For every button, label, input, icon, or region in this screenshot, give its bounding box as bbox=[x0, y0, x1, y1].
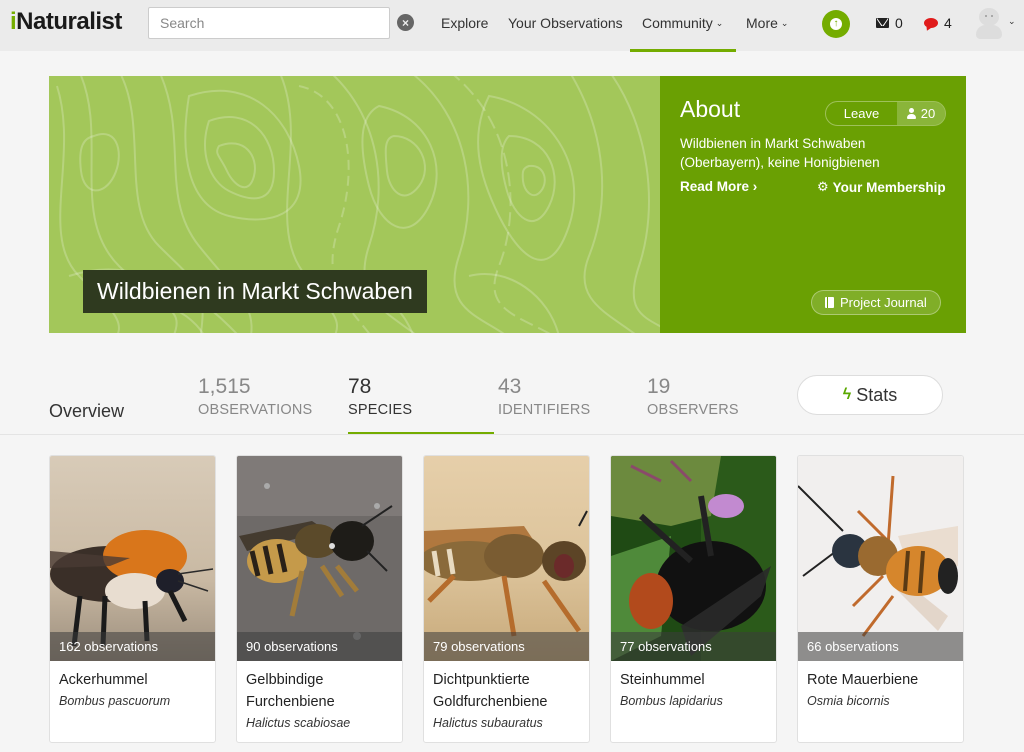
species-scientific-name: Halictus scabiosae bbox=[246, 716, 351, 730]
membership-button-group: Leave 20 bbox=[825, 101, 946, 126]
inaturalist-logo[interactable]: iNaturalist bbox=[10, 8, 122, 36]
observation-count: 90 observations bbox=[237, 632, 402, 661]
species-photo bbox=[424, 456, 589, 661]
chevron-down-icon: ⌄ bbox=[780, 18, 789, 28]
species-card[interactable]: 77 observations Steinhummel Bombus lapid… bbox=[610, 455, 777, 743]
search-input[interactable] bbox=[148, 7, 390, 39]
project-description: Wildbienen in Markt Schwaben (Oberbayern… bbox=[680, 136, 880, 170]
observation-count: 79 observations bbox=[424, 632, 589, 661]
close-circle-icon[interactable]: × bbox=[397, 14, 414, 31]
species-photo bbox=[798, 456, 963, 661]
tab-observations[interactable]: 1,515 OBSERVATIONS bbox=[198, 374, 312, 420]
your-membership-link[interactable]: ⚙ Your Membership bbox=[817, 179, 946, 195]
members-count-button[interactable]: 20 bbox=[897, 102, 945, 125]
upload-arrow-icon: ↑ bbox=[830, 18, 842, 30]
about-panel: About Leave 20 Wildbienen in Markt Schwa… bbox=[660, 76, 966, 333]
species-scientific-name: Bombus pascuorum bbox=[59, 694, 171, 708]
tab-species[interactable]: 78 SPECIES bbox=[348, 374, 412, 420]
upload-button[interactable]: ↑ bbox=[822, 10, 850, 38]
messages-button[interactable]: 0 bbox=[876, 15, 903, 31]
species-scientific-name: Halictus subauratus bbox=[433, 716, 543, 730]
observation-count: 66 observations bbox=[798, 632, 963, 661]
notifications-count: 4 bbox=[944, 15, 952, 31]
species-scientific-name: Bombus lapidarius bbox=[620, 694, 723, 708]
chevron-down-icon[interactable]: ⌄ bbox=[1008, 16, 1016, 27]
species-photo bbox=[237, 456, 402, 661]
chevron-down-icon: ⌄ bbox=[715, 18, 724, 28]
species-card[interactable]: 79 observations Dichtpunktierte Goldfurc… bbox=[423, 455, 590, 743]
species-scientific-name: Osmia bicornis bbox=[807, 694, 890, 708]
nav-community[interactable]: Community ⌄ bbox=[642, 15, 723, 31]
nav-more[interactable]: More ⌄ bbox=[746, 15, 788, 31]
speech-bubble-icon bbox=[924, 18, 938, 28]
active-nav-indicator bbox=[630, 49, 736, 52]
project-title: Wildbienen in Markt Schwaben bbox=[83, 270, 427, 313]
about-heading: About bbox=[680, 96, 741, 122]
book-icon bbox=[825, 297, 834, 308]
observation-count: 162 observations bbox=[50, 632, 215, 661]
nav-explore[interactable]: Explore bbox=[441, 15, 488, 31]
top-navbar: iNaturalist × Explore Your Observations … bbox=[0, 0, 1024, 52]
species-card[interactable]: 66 observations Rote Mauerbiene Osmia bi… bbox=[797, 455, 964, 743]
leave-button[interactable]: Leave bbox=[826, 102, 897, 125]
species-card[interactable]: 90 observations Gelbbindige Furchenbiene… bbox=[236, 455, 403, 743]
project-banner: Wildbienen in Markt Schwaben bbox=[49, 76, 660, 333]
species-photo bbox=[611, 456, 776, 661]
tab-identifiers[interactable]: 43 IDENTIFIERS bbox=[498, 374, 590, 420]
species-common-name: Dichtpunktierte Goldfurchenbiene bbox=[433, 672, 548, 710]
messages-count: 0 bbox=[895, 15, 903, 31]
lightning-bolt-icon: ϟ bbox=[842, 386, 852, 403]
observation-count: 77 observations bbox=[611, 632, 776, 661]
species-card[interactable]: 162 observations Ackerhummel Bombus pasc… bbox=[49, 455, 216, 743]
tab-observers[interactable]: 19 OBSERVERS bbox=[647, 374, 739, 420]
tab-overview[interactable]: Overview bbox=[49, 401, 124, 422]
read-more-link[interactable]: Read More › bbox=[680, 179, 757, 194]
project-journal-button[interactable]: Project Journal bbox=[811, 290, 941, 315]
species-common-name: Steinhummel bbox=[620, 672, 705, 688]
user-avatar-icon[interactable] bbox=[975, 8, 1003, 40]
tabs-divider bbox=[0, 434, 1024, 435]
species-common-name: Ackerhummel bbox=[59, 672, 148, 688]
species-common-name: Rote Mauerbiene bbox=[807, 672, 919, 688]
envelope-icon bbox=[876, 18, 889, 28]
person-icon bbox=[906, 108, 916, 119]
stats-button[interactable]: ϟ Stats bbox=[797, 375, 943, 415]
nav-your-observations[interactable]: Your Observations bbox=[508, 15, 623, 31]
gear-icon: ⚙ bbox=[817, 179, 829, 194]
notifications-button[interactable]: 4 bbox=[924, 15, 952, 31]
species-photo bbox=[50, 456, 215, 661]
species-common-name: Gelbbindige Furchenbiene bbox=[246, 672, 335, 710]
